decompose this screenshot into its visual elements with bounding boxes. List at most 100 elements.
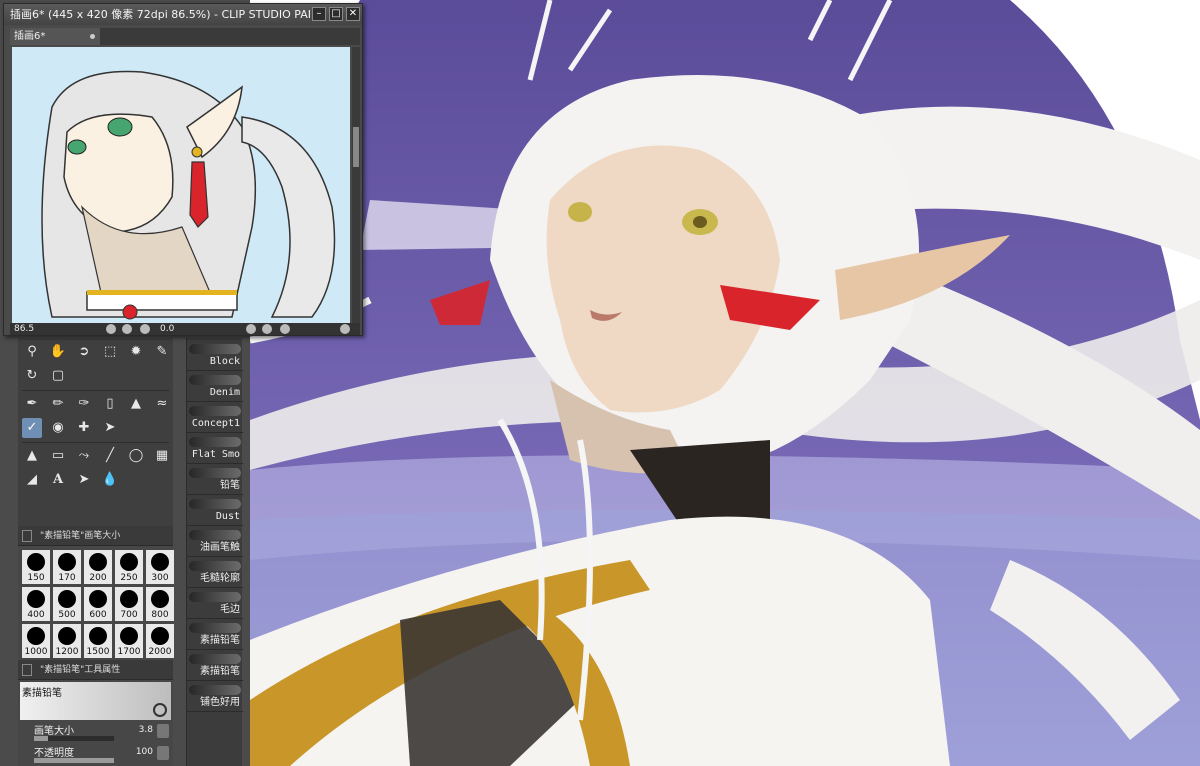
rotate-right-icon[interactable] xyxy=(262,324,272,334)
brush-dot-icon xyxy=(27,553,45,571)
brush-item[interactable]: 油画笔触 xyxy=(187,526,243,557)
minimize-button[interactable]: – xyxy=(312,7,326,21)
rotate-icon[interactable]: ➲ xyxy=(74,342,94,362)
rotate-left-icon[interactable] xyxy=(246,324,256,334)
brush-item[interactable]: 毛边 xyxy=(187,588,243,619)
magic-wand-icon[interactable]: ✹ xyxy=(126,342,146,362)
window-title[interactable]: 插画6* (445 x 420 像素 72dpi 86.5%) - CLIP S… xyxy=(4,4,362,25)
decorate-icon[interactable]: ✓ xyxy=(22,418,42,438)
eraser-icon[interactable]: ▯ xyxy=(100,394,120,414)
close-button[interactable]: ✕ xyxy=(346,7,360,21)
brush-size-option[interactable]: 800 xyxy=(146,587,174,621)
opacity-slider[interactable] xyxy=(34,758,114,763)
brush-item[interactable]: 铅笔 xyxy=(187,464,243,495)
brush-size-option[interactable]: 700 xyxy=(115,587,143,621)
brush-item[interactable]: Concept1 xyxy=(187,402,243,433)
fill-bucket-icon[interactable]: ▲ xyxy=(22,446,42,466)
brush-size-option[interactable]: 400 xyxy=(22,587,50,621)
brush-size-option[interactable]: 600 xyxy=(84,587,112,621)
droplet-icon[interactable]: 💧 xyxy=(100,470,120,490)
brush-item[interactable]: Denim xyxy=(187,371,243,402)
brush-size-option[interactable]: 150 xyxy=(22,550,50,584)
brush-size-option[interactable]: 500 xyxy=(53,587,81,621)
brush-size-option[interactable]: 170 xyxy=(53,550,81,584)
pin-icon[interactable] xyxy=(22,530,32,542)
brush-size-option-label: 600 xyxy=(89,610,107,620)
ruler-icon[interactable]: ◢ xyxy=(22,470,42,490)
opacity-option-button[interactable] xyxy=(157,746,169,760)
brush-size-option-label: 1000 xyxy=(24,647,48,657)
brush-size-option[interactable]: 300 xyxy=(146,550,174,584)
zoom-in-icon[interactable] xyxy=(122,324,132,334)
brush-item[interactable]: 素描铅笔 xyxy=(187,650,243,681)
text-icon[interactable]: A xyxy=(48,470,68,490)
frame-icon[interactable]: ▦ xyxy=(152,446,172,466)
brush-size-option-label: 1200 xyxy=(55,647,79,657)
brush-item[interactable]: Dust xyxy=(187,495,243,526)
navigator-preview[interactable] xyxy=(12,47,350,323)
reset-rotation-icon[interactable] xyxy=(280,324,290,334)
brush-item[interactable]: 素描铅笔 xyxy=(187,619,243,650)
brush-dot-icon xyxy=(120,553,138,571)
brush-size-option[interactable]: 250 xyxy=(115,550,143,584)
balloon-icon[interactable]: ◯ xyxy=(126,446,146,466)
brush-item-label: 毛糙轮廓 xyxy=(200,573,240,584)
fit-icon[interactable] xyxy=(140,324,150,334)
brush-size-option-label: 170 xyxy=(58,573,76,583)
brush-dot-icon xyxy=(120,590,138,608)
brush-item-label: Concept1 xyxy=(191,418,240,429)
flip-icon[interactable] xyxy=(340,324,350,334)
brush-size-option[interactable]: 1000 xyxy=(22,624,50,658)
gradient-icon[interactable]: ▭ xyxy=(48,446,68,466)
brush-item[interactable]: 毛糙轮廓 xyxy=(187,557,243,588)
brush-item-label: Dust xyxy=(215,511,240,522)
brush-item-label: 铺色好用 xyxy=(200,697,240,708)
brush-size-option-label: 700 xyxy=(120,610,138,620)
brush-item[interactable]: Flat Smo xyxy=(187,433,243,464)
zoom-value[interactable]: 86.5 xyxy=(14,323,34,335)
brush-size-value[interactable]: 3.8 xyxy=(139,725,153,735)
line-icon[interactable]: ╱ xyxy=(100,446,120,466)
brush-item[interactable]: 铺色好用 xyxy=(187,681,243,712)
select-rect-icon[interactable]: ⬚ xyxy=(100,342,120,362)
eyedropper-icon[interactable]: ✎ xyxy=(152,342,172,362)
pen-icon[interactable]: ✒ xyxy=(22,394,42,414)
smudge-icon[interactable]: ◉ xyxy=(48,418,68,438)
tool-palette: ⚲ ✋ ➲ ⬚ ✹ ✎ ↻ ▢ ✒ ✏ ✑ ▯ ▲ ≈ ✓ ◉ ✚ ➤ ▲ ▭ … xyxy=(18,338,173,528)
hand-icon[interactable]: ✋ xyxy=(48,342,68,362)
tab-canvas[interactable]: 插画6* xyxy=(10,28,100,45)
brush-size-option[interactable]: 1200 xyxy=(53,624,81,658)
brush-size-option[interactable]: 200 xyxy=(84,550,112,584)
select-arrow-icon[interactable]: ➤ xyxy=(74,470,94,490)
brush-size-option[interactable]: 1700 xyxy=(115,624,143,658)
airbrush-icon[interactable]: ▲ xyxy=(126,394,146,414)
object-icon[interactable]: ➤ xyxy=(100,418,120,438)
brush-size-option[interactable]: 1500 xyxy=(84,624,112,658)
lasso-icon[interactable]: ↻ xyxy=(22,366,42,386)
opacity-row[interactable]: 不透明度 100 xyxy=(20,744,171,766)
fill-icon[interactable]: ▢ xyxy=(48,366,68,386)
pin-icon[interactable] xyxy=(22,664,32,676)
brush-item-label: Denim xyxy=(209,387,240,398)
opacity-value[interactable]: 100 xyxy=(136,747,153,757)
brush-size-slider[interactable] xyxy=(34,736,114,741)
zoom-icon[interactable]: ⚲ xyxy=(22,342,42,362)
main-canvas[interactable] xyxy=(250,0,1200,766)
maximize-button[interactable]: □ xyxy=(329,7,343,21)
figure-icon[interactable]: ⤳ xyxy=(74,446,94,466)
brush-size-option[interactable]: 2000 xyxy=(146,624,174,658)
zoom-out-icon[interactable] xyxy=(106,324,116,334)
brush-icon[interactable]: ✑ xyxy=(74,394,94,414)
brush-dot-icon xyxy=(27,627,45,645)
brush-item[interactable]: Block xyxy=(187,340,243,371)
unsaved-dot-icon xyxy=(90,34,95,39)
brush-size-row[interactable]: 画笔大小 3.8 xyxy=(20,722,171,744)
tool-property-panel: "素描铅笔"工具属性 素描铅笔 画笔大小 3.8 不透明度 100 xyxy=(18,660,173,766)
angle-value[interactable]: 0.0 xyxy=(160,323,174,335)
blend-icon[interactable]: ≈ xyxy=(152,394,172,414)
size-option-button[interactable] xyxy=(157,724,169,738)
preview-scrollbar[interactable] xyxy=(352,47,360,323)
move-icon[interactable]: ✚ xyxy=(74,418,94,438)
magnifier-icon[interactable] xyxy=(153,703,167,717)
pencil-icon[interactable]: ✏ xyxy=(48,394,68,414)
